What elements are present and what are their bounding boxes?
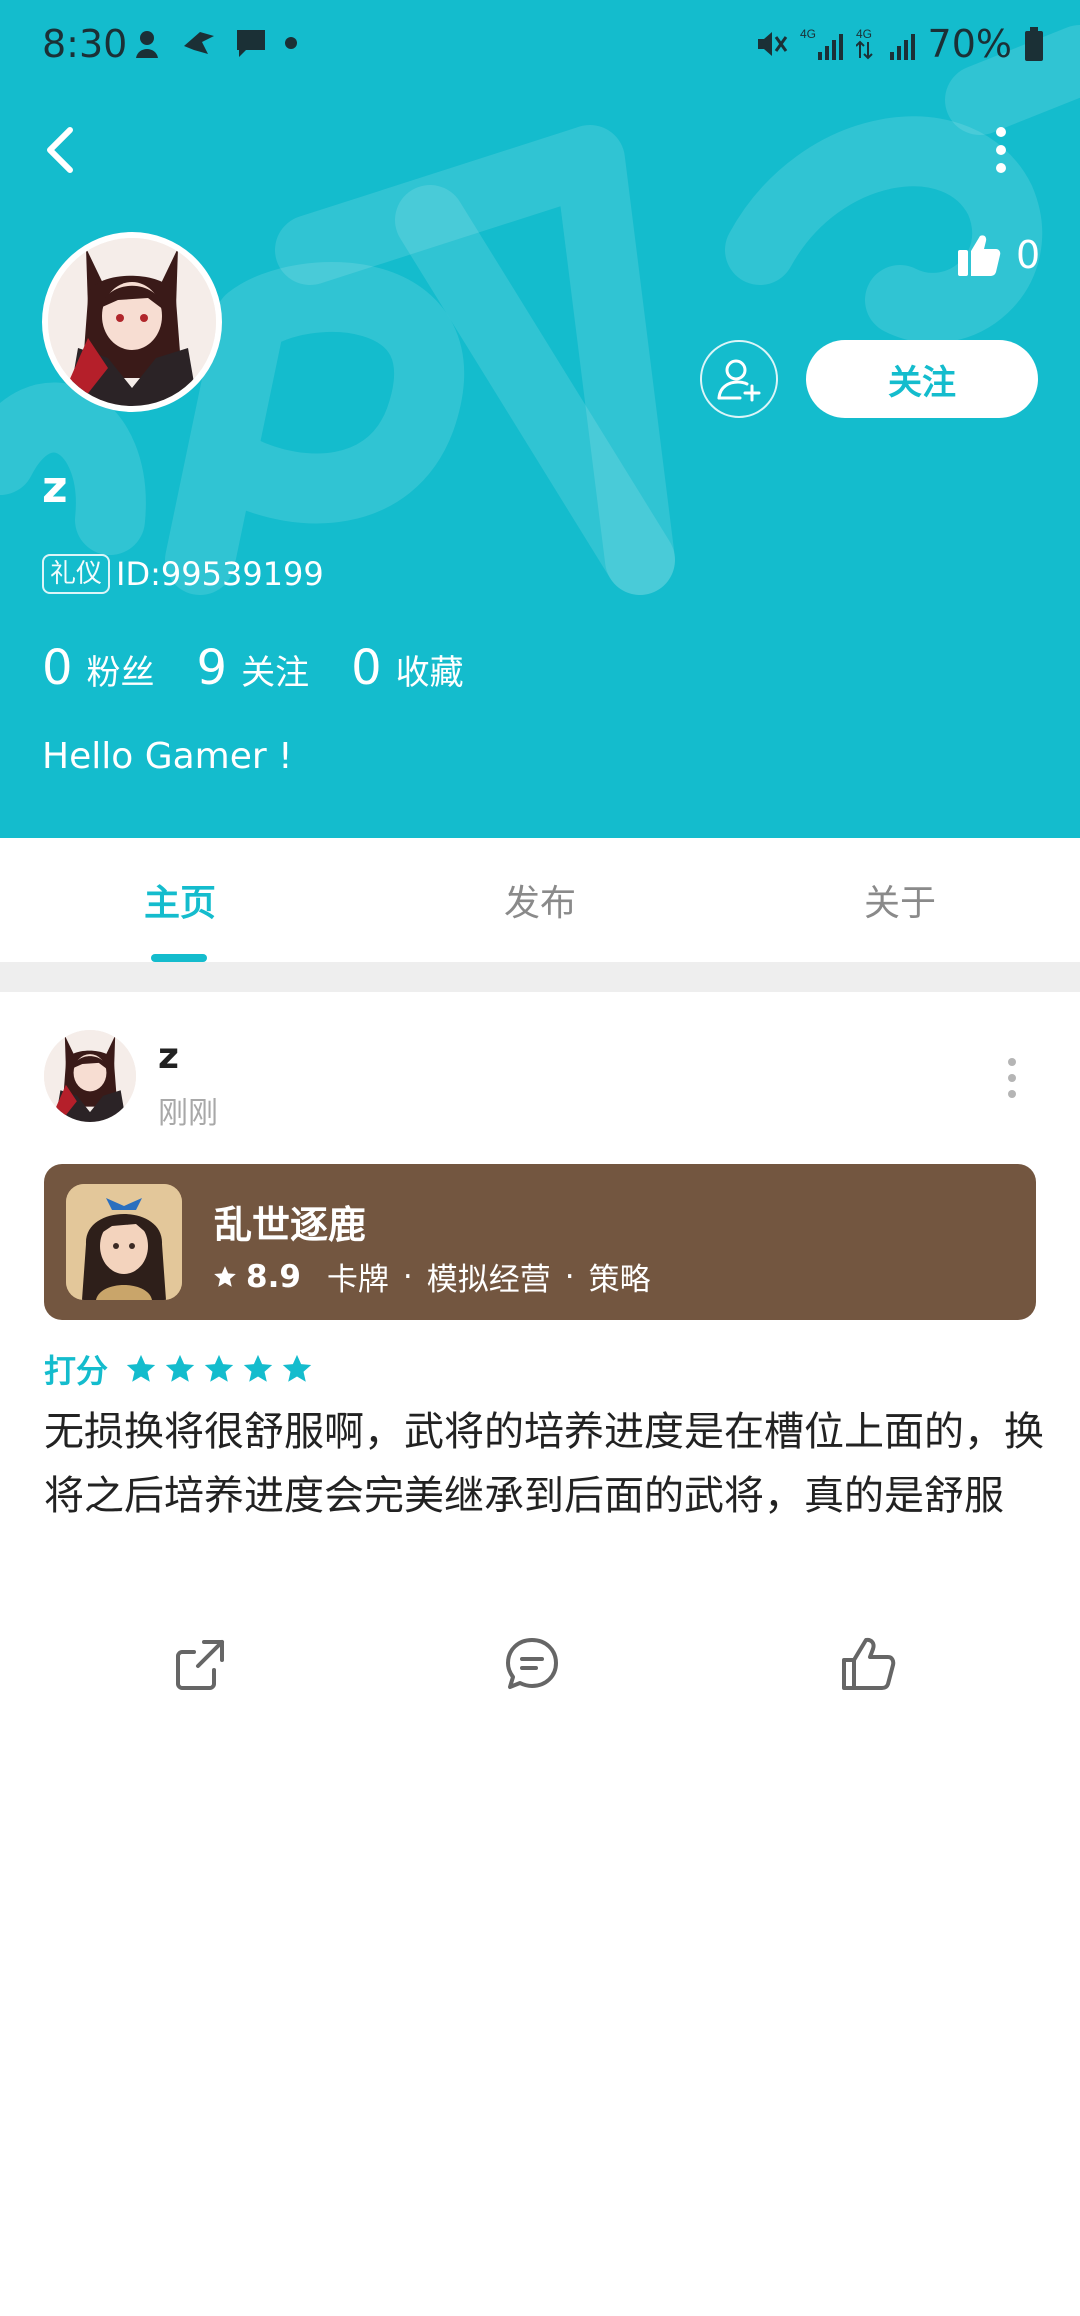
tab-home[interactable]: 主页 [144,874,216,926]
star-icon [126,1354,156,1382]
star-icon [204,1354,234,1382]
etiquette-badge[interactable]: 礼仪 [42,554,111,594]
status-right: 4G 4G 70% [754,22,1044,66]
avatar-image [44,1030,136,1122]
star-icon [214,1265,236,1287]
game-icon [66,1184,182,1300]
user-id: ID:99539199 [116,555,324,593]
stat-count: 0 [351,640,382,696]
post-author-name[interactable]: z [158,1036,179,1077]
active-tab-indicator [151,954,207,962]
rating-label: 打分 [44,1352,109,1390]
signal-4g-icon: 4G [800,27,843,60]
svg-text:4G: 4G [856,27,872,41]
app-notification-icon [136,31,158,58]
notification-icons [130,26,298,60]
profile-header: 8:30 4G 4G 70% 0 关注 z 礼仪 ID:99539199 0 粉… [0,0,1080,838]
star-icon [282,1354,312,1382]
section-divider [0,962,1080,992]
stat-label: 关注 [241,653,310,693]
svg-text:4G: 4G [800,27,816,41]
tab-posts[interactable]: 发布 [504,874,576,926]
game-meta: 8.9 卡牌 · 模拟经营 · 策略 [212,1254,651,1299]
thumbs-up-icon [958,235,1001,276]
back-icon[interactable] [34,122,90,178]
likes-counter[interactable]: 0 [956,232,1040,278]
profile-avatar[interactable] [42,232,222,412]
profile-tabs: 主页 发布 关于 [0,838,1080,962]
like-icon[interactable] [838,1634,898,1694]
comment-icon[interactable] [502,1634,562,1694]
game-tag: 卡牌 [326,1262,389,1298]
message-notification-icon [237,30,265,57]
game-tag: 模拟经营 [426,1262,551,1298]
game-title: 乱世逐鹿 [214,1203,367,1247]
add-friend-button[interactable] [700,340,778,418]
more-notifications-dot-icon [285,37,297,49]
follow-button[interactable]: 关注 [806,340,1038,418]
tag-separator: · [564,1258,575,1295]
stat-count: 0 [42,640,73,696]
stat-followers[interactable]: 0 粉丝 [42,640,155,696]
status-time: 8:30 [42,22,128,66]
add-friend-icon [717,359,761,402]
tab-about[interactable]: 关于 [864,874,936,926]
stat-following[interactable]: 9 关注 [197,640,310,696]
star-icon [243,1354,273,1382]
id-row: 礼仪 ID:99539199 [42,554,324,594]
profile-username: z [42,462,68,513]
stat-count: 9 [196,640,228,696]
profile-stats: 0 粉丝 9 关注 0 收藏 [42,640,506,696]
game-tag: 策略 [588,1262,651,1298]
likes-count: 0 [1016,233,1041,277]
star-icon [165,1354,195,1382]
signal-4g-icon-2: 4G [855,27,915,60]
stat-label: 粉丝 [86,653,155,693]
battery-icon [1025,27,1043,61]
game-score: 8.9 [246,1258,301,1295]
post-author-avatar[interactable] [44,1030,136,1122]
profile-bio: Hello Gamer ! [42,736,293,777]
bird-notification-icon [184,32,214,54]
rating-row: 打分 [44,1346,319,1392]
mute-icon [757,32,787,56]
tag-separator: · [402,1258,413,1295]
avatar-image [48,238,216,406]
stat-favorites[interactable]: 0 收藏 [351,640,464,696]
background-watermark [0,25,1080,595]
share-icon[interactable] [170,1634,230,1694]
stat-label: 收藏 [395,653,464,693]
post-timestamp: 刚刚 [158,1096,218,1131]
game-card[interactable]: 乱世逐鹿 8.9 卡牌 · 模拟经营 · 策略 [44,1164,1036,1320]
battery-percent: 70% [927,22,1012,66]
status-bar: 8:30 4G 4G 70% [0,0,1080,92]
more-icon[interactable] [986,122,1016,178]
post-more-icon[interactable] [1004,1056,1020,1100]
game-artwork [66,1184,182,1300]
review-text[interactable]: 无损换将很舒服啊，武将的培养进度是在槽位上面的，换将之后培养进度会完美继承到后面… [44,1400,1044,1528]
